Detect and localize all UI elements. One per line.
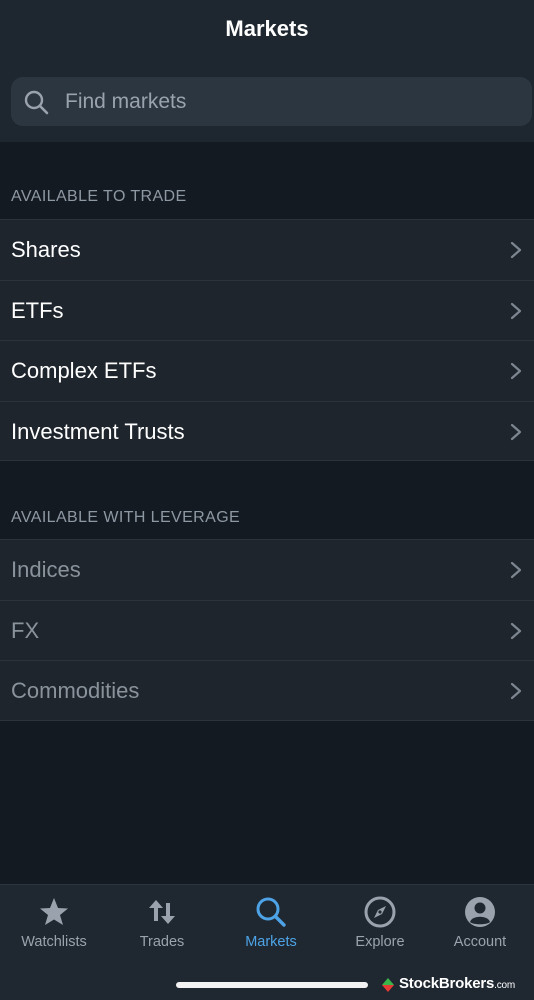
tab-label: Trades (139, 934, 185, 950)
star-icon (40, 898, 68, 925)
section-header-available-to-trade: AVAILABLE TO TRADE (11, 188, 187, 205)
market-row-commodities[interactable]: Commodities (0, 660, 534, 721)
chevron-right-icon (510, 423, 522, 440)
row-label: Shares (11, 237, 81, 262)
chevron-right-icon (510, 362, 522, 380)
tab-label: Account (453, 934, 507, 950)
row-label: Commodities (11, 678, 140, 703)
search-icon (24, 90, 49, 115)
row-label: ETFs (11, 297, 64, 323)
row-label: Indices (11, 557, 81, 582)
stockbrokers-logo-icon (382, 978, 394, 992)
chevron-right-icon (510, 561, 522, 579)
header: Markets (0, 0, 534, 142)
market-row-indices[interactable]: Indices (0, 539, 534, 600)
chevron-right-icon (510, 682, 522, 700)
tab-label: Watchlists (21, 934, 87, 950)
chevron-right-icon (510, 241, 522, 259)
chevron-right-icon (510, 622, 522, 639)
row-label: FX (11, 617, 40, 643)
up-down-arrows-icon (149, 900, 175, 924)
user-circle-icon (465, 897, 495, 927)
tab-account[interactable]: Account (426, 895, 534, 965)
market-row-investment-trusts[interactable]: Investment Trusts (0, 400, 534, 461)
search-icon (256, 897, 286, 927)
tab-trades[interactable]: Trades (108, 895, 216, 965)
tab-watchlists[interactable]: Watchlists (0, 895, 108, 965)
page-title: Markets (225, 16, 309, 41)
market-row-complex-etfs[interactable]: Complex ETFs (0, 340, 534, 401)
watermark-text: StockBrokers.com (399, 975, 516, 992)
compass-icon (364, 896, 396, 928)
market-row-etfs[interactable]: ETFs (0, 279, 534, 340)
market-row-fx[interactable]: FX (0, 599, 534, 660)
home-indicator (176, 982, 368, 988)
list-available-with-leverage: Indices FX Commodities (0, 539, 534, 721)
tab-explore[interactable]: Explore (326, 895, 434, 965)
row-label: Investment Trusts (11, 418, 185, 444)
row-label: Complex ETFs (11, 358, 157, 383)
search-input[interactable] (65, 77, 515, 126)
tab-markets[interactable]: Markets (217, 895, 325, 965)
search-bar[interactable] (11, 77, 532, 126)
tab-label: Markets (245, 934, 297, 950)
chevron-right-icon (510, 302, 522, 319)
list-available-to-trade: Shares ETFs Complex ETFs Investment Trus… (0, 219, 534, 461)
market-row-shares[interactable]: Shares (0, 219, 534, 280)
section-header-available-with-leverage: AVAILABLE WITH LEVERAGE (11, 509, 241, 526)
tab-label: Explore (355, 934, 405, 950)
